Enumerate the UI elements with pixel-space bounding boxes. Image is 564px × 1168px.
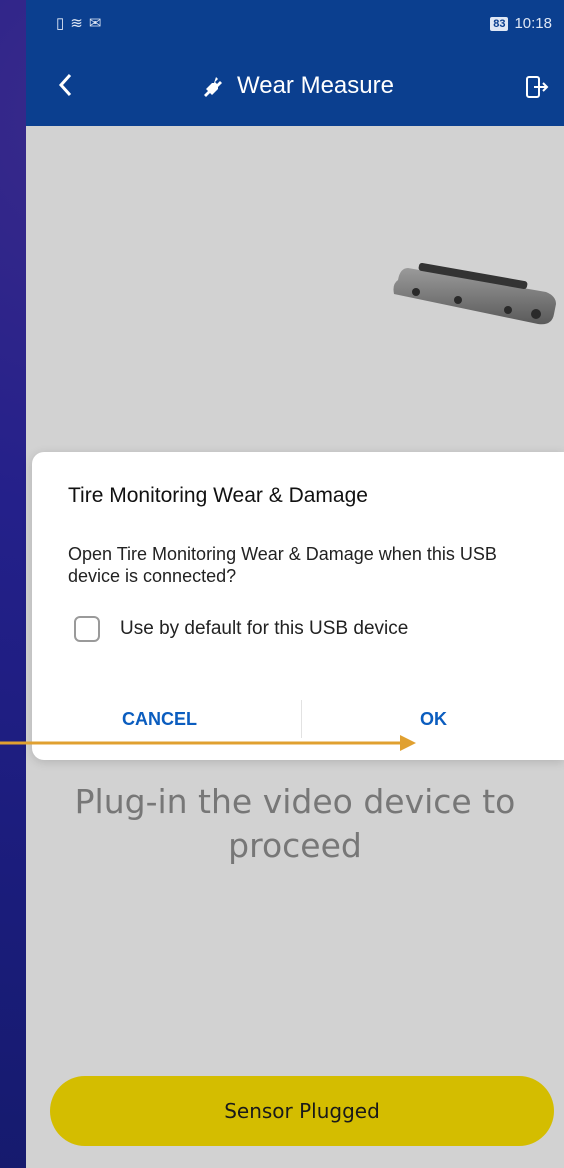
- page-title: Wear Measure: [237, 72, 394, 99]
- usb-permission-dialog: Tire Monitoring Wear & Damage Open Tire …: [32, 452, 564, 760]
- back-icon[interactable]: [56, 70, 76, 100]
- plug-icon: [204, 77, 222, 97]
- default-checkbox-row[interactable]: Use by default for this USB device: [74, 616, 408, 642]
- checkbox-icon[interactable]: [74, 616, 100, 642]
- clock: 10:18: [514, 15, 552, 32]
- app-title-wrap: Wear Measure: [201, 72, 394, 100]
- battery-icon: 83: [490, 16, 509, 31]
- status-bar: ▯ ≋ ✉ 83 10:18: [26, 0, 564, 50]
- checkbox-label: Use by default for this USB device: [120, 618, 409, 639]
- pointer-arrow: [0, 735, 416, 751]
- dialog-title: Tire Monitoring Wear & Damage: [68, 484, 368, 507]
- cancel-button[interactable]: CANCEL: [122, 709, 197, 730]
- exit-icon[interactable]: [524, 74, 550, 100]
- wifi-icon: ≋: [70, 15, 83, 32]
- status-right: 83 10:18: [490, 15, 552, 32]
- plug-hint-text: Plug-in the video device to proceed: [74, 782, 516, 865]
- sensor-plugged-button[interactable]: Sensor Plugged: [50, 1076, 554, 1146]
- sim-icon: ▯: [56, 15, 65, 32]
- status-icons: ▯ ≋ ✉: [56, 16, 101, 31]
- dialog-message: Open Tire Monitoring Wear & Damage when …: [68, 544, 497, 586]
- mail-icon: ✉: [88, 15, 102, 32]
- usb-camera-image: [393, 262, 556, 325]
- app-bar: Wear Measure: [26, 50, 564, 126]
- ok-button[interactable]: OK: [420, 709, 447, 730]
